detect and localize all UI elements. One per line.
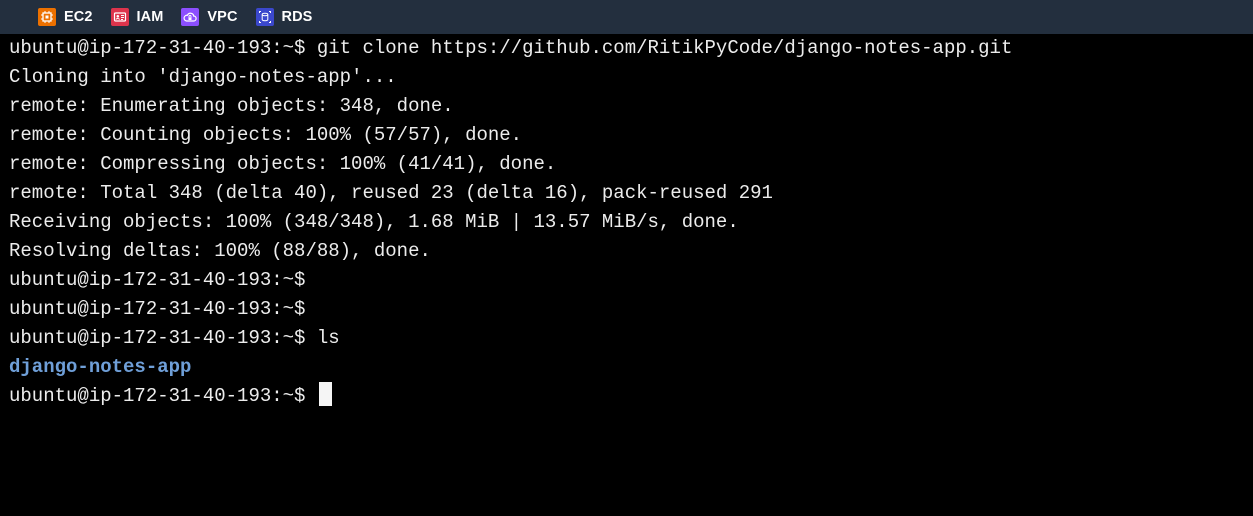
service-rds[interactable]: RDS [255,8,313,26]
service-label: RDS [281,9,313,25]
service-label: VPC [207,9,238,25]
terminal-line: ubuntu@ip-172-31-40-193:~$ git clone htt… [9,37,1013,59]
terminal-window: EC2 IAM VPC RDS ubuntu@ip-172-31-40-193:… [0,0,1253,516]
terminal-line: ubuntu@ip-172-31-40-193:~$ [9,269,306,291]
service-iam[interactable]: IAM [110,8,164,26]
service-ec2[interactable]: EC2 [38,8,93,26]
terminal-line: remote: Total 348 (delta 40), reused 23 … [9,182,773,204]
service-vpc[interactable]: VPC [181,8,237,26]
iam-icon [110,8,129,26]
terminal-prompt-line: ubuntu@ip-172-31-40-193:~$ [9,382,1253,411]
text-cursor [318,382,332,406]
service-label: EC2 [64,9,93,25]
terminal-line: remote: Compressing objects: 100% (41/41… [9,153,557,175]
service-label: IAM [136,9,164,25]
terminal-line: ubuntu@ip-172-31-40-193:~$ [9,298,306,320]
ec2-icon [38,8,56,26]
terminal-line: Resolving deltas: 100% (88/88), done. [9,240,431,262]
terminal-line: remote: Counting objects: 100% (57/57), … [9,124,523,146]
terminal-line: Cloning into 'django-notes-app'... [9,66,397,88]
terminal-line: remote: Enumerating objects: 348, done. [9,95,454,117]
shell-prompt: ubuntu@ip-172-31-40-193:~$ [9,385,317,407]
terminal-output[interactable]: ubuntu@ip-172-31-40-193:~$ git clone htt… [0,34,1253,516]
terminal-line: ubuntu@ip-172-31-40-193:~$ ls [9,327,340,349]
ls-directory-entry: django-notes-app [9,356,192,378]
rds-icon [255,8,274,26]
terminal-line: Receiving objects: 100% (348/348), 1.68 … [9,211,739,233]
vpc-icon [181,8,200,26]
service-shortcut-bar: EC2 IAM VPC RDS [0,0,1253,34]
